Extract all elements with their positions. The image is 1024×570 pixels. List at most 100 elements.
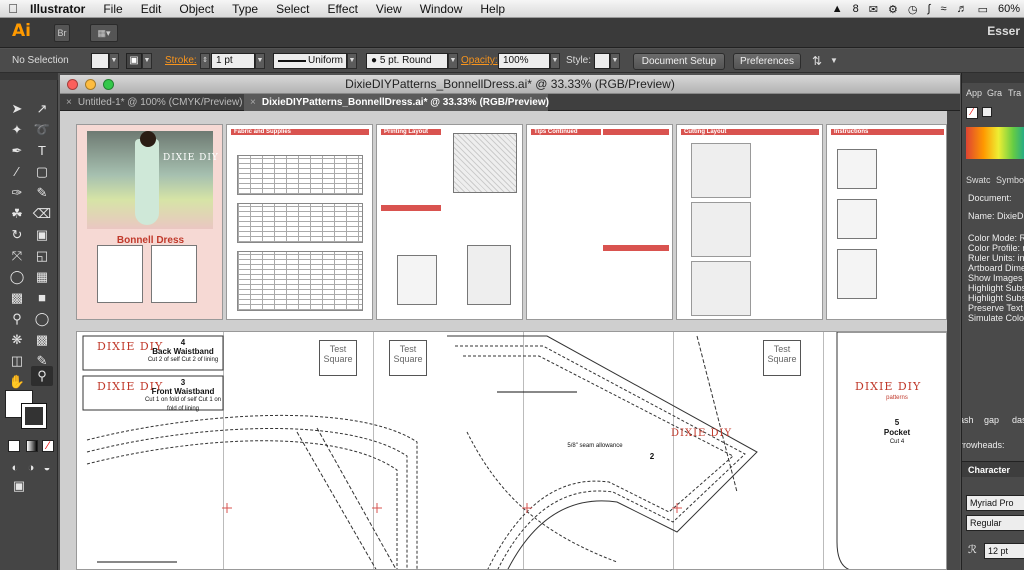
pen-tool-icon[interactable]: ✒ bbox=[6, 141, 28, 161]
type-tool-icon[interactable]: T bbox=[31, 141, 53, 161]
blend-tool-icon[interactable]: ◯ bbox=[31, 309, 53, 329]
cover-page[interactable]: DIXIE DIY Bonnell Dress bbox=[76, 124, 223, 320]
eyedropper-tool-icon[interactable]: ⚲ bbox=[6, 309, 28, 329]
preferences-button[interactable]: Preferences bbox=[733, 53, 801, 70]
width-tool-icon[interactable]: ⤧ bbox=[6, 246, 28, 266]
zoom-tool-icon[interactable]: ⚲ bbox=[31, 366, 53, 386]
arrange-documents-button[interactable]: ▦▾ bbox=[90, 24, 118, 42]
font-style-field[interactable]: Regular bbox=[966, 515, 1024, 531]
arrange-icon[interactable]: ⇅ bbox=[812, 53, 822, 69]
menu-window[interactable]: Window bbox=[411, 2, 472, 16]
tab-bonnell-dress[interactable]: × DixieDIYPatterns_BonnellDress.ai* @ 33.… bbox=[244, 94, 549, 111]
blob-brush-tool-icon[interactable]: ☘ bbox=[6, 204, 28, 224]
close-tab-icon[interactable]: × bbox=[66, 97, 72, 108]
menu-app-name[interactable]: Illustrator bbox=[26, 2, 94, 16]
brush-dropdown[interactable]: ▼ bbox=[448, 53, 458, 69]
printing-layout-page[interactable]: Printing Layout bbox=[376, 124, 523, 320]
document-title-bar[interactable]: DixieDIYPatterns_BonnellDress.ai* @ 33.3… bbox=[60, 75, 960, 94]
direct-selection-tool-icon[interactable]: ↗ bbox=[31, 99, 53, 119]
workspace-switcher[interactable]: Esser bbox=[987, 24, 1020, 38]
graphic-style-swatch[interactable] bbox=[594, 53, 610, 69]
time-machine-icon[interactable]: ◷ bbox=[908, 3, 918, 16]
opacity-dropdown[interactable]: ▼ bbox=[550, 53, 560, 69]
white-swatch[interactable] bbox=[982, 107, 992, 117]
volume-icon[interactable]: ♬ bbox=[957, 3, 968, 15]
column-graph-tool-icon[interactable]: ▩ bbox=[31, 330, 53, 350]
none-mode-button[interactable]: ∕ bbox=[42, 440, 54, 452]
menu-file[interactable]: File bbox=[94, 2, 131, 16]
transparency-tab[interactable]: Tra bbox=[1008, 86, 1021, 100]
hand-tool-icon[interactable]: ✋ bbox=[6, 372, 28, 392]
tools-grip[interactable] bbox=[0, 73, 58, 80]
menu-object[interactable]: Object bbox=[170, 2, 223, 16]
cutting-layout-page-1[interactable]: Cutting Layout bbox=[676, 124, 823, 320]
pattern-tiles[interactable]: DIXIE DIY 4 Back Waistband Cut 2 of self… bbox=[76, 331, 947, 570]
artboard-tool-icon[interactable]: ◫ bbox=[6, 351, 28, 371]
font-family-field[interactable]: Myriad Pro bbox=[966, 495, 1024, 511]
gradient-mode-button[interactable] bbox=[26, 440, 38, 452]
free-transform-tool-icon[interactable]: ◱ bbox=[31, 246, 53, 266]
stroke-weight-field[interactable]: 1 pt bbox=[211, 53, 255, 69]
character-panel-header[interactable]: Character bbox=[962, 461, 1024, 477]
fill-dropdown[interactable]: ▼ bbox=[109, 53, 119, 69]
stroke-swatch-dropdown[interactable]: ▼ bbox=[142, 53, 152, 69]
fabric-supplies-page[interactable]: Fabric and Supplies bbox=[226, 124, 373, 320]
gradient-tool-icon[interactable]: ■ bbox=[31, 288, 53, 308]
paintbrush-tool-icon[interactable]: ✑ bbox=[6, 183, 28, 203]
variable-width-profile[interactable]: Uniform bbox=[273, 53, 347, 69]
bluetooth-icon[interactable]: ∫ bbox=[928, 3, 931, 15]
symbol-sprayer-tool-icon[interactable]: ❋ bbox=[6, 330, 28, 350]
symbols-tab[interactable]: Symbo bbox=[996, 173, 1024, 187]
selection-tool-icon[interactable]: ➤ bbox=[6, 99, 28, 119]
tab-untitled[interactable]: × Untitled-1* @ 100% (CMYK/Preview) bbox=[60, 94, 243, 111]
shape-builder-tool-icon[interactable]: ◯ bbox=[6, 267, 28, 287]
vertical-scrollbar[interactable] bbox=[947, 111, 960, 570]
mesh-tool-icon[interactable]: ▩ bbox=[6, 288, 28, 308]
bridge-button[interactable]: Br bbox=[54, 24, 70, 42]
apple-menu-icon[interactable]:  bbox=[0, 1, 26, 16]
style-dropdown[interactable]: ▼ bbox=[610, 53, 620, 69]
scale-tool-icon[interactable]: ▣ bbox=[31, 225, 53, 245]
artboard-canvas[interactable]: DIXIE DIY Bonnell Dress Fabric and Suppl… bbox=[60, 111, 947, 570]
menu-help[interactable]: Help bbox=[471, 2, 514, 16]
stroke-label[interactable]: Stroke: bbox=[165, 53, 197, 69]
menu-type[interactable]: Type bbox=[223, 2, 267, 16]
opacity-field[interactable]: 100% bbox=[498, 53, 550, 69]
battery-icon[interactable]: ▭ bbox=[978, 3, 988, 16]
screen-mode-icon[interactable]: ▣ bbox=[8, 476, 30, 496]
stroke-swatch[interactable]: ▣ bbox=[126, 53, 142, 69]
color-spectrum[interactable] bbox=[966, 127, 1024, 159]
brush-definition[interactable]: ● 5 pt. Round bbox=[366, 53, 448, 69]
stroke-weight-stepper[interactable]: ⇕ bbox=[200, 53, 210, 69]
appearance-tab[interactable]: App bbox=[966, 86, 982, 100]
none-swatch-icon[interactable]: ∕ bbox=[966, 107, 978, 119]
stroke-color-box[interactable] bbox=[21, 403, 47, 429]
document-setup-button[interactable]: Document Setup bbox=[633, 53, 725, 70]
font-size-field[interactable]: 12 pt bbox=[984, 543, 1024, 559]
rectangle-tool-icon[interactable]: ▢ bbox=[31, 162, 53, 182]
cutting-layout-page-2[interactable]: Instructions bbox=[826, 124, 947, 320]
lasso-tool-icon[interactable]: ➰ bbox=[31, 120, 53, 140]
menu-edit[interactable]: Edit bbox=[132, 2, 171, 16]
notification-icon[interactable]: ✉ bbox=[869, 3, 878, 16]
wifi-icon[interactable]: ≈ bbox=[941, 3, 947, 15]
adobe-cc-icon[interactable]: ▲ bbox=[832, 3, 843, 15]
draw-inside-icon[interactable]: ◒ bbox=[36, 458, 58, 478]
color-mode-button[interactable] bbox=[8, 440, 20, 452]
pencil-tool-icon[interactable]: ✎ bbox=[31, 183, 53, 203]
opacity-label[interactable]: Opacity: bbox=[461, 53, 498, 69]
line-tool-icon[interactable]: ∕ bbox=[6, 162, 28, 182]
tips-continued-page[interactable]: Tips Continued bbox=[526, 124, 673, 320]
perspective-grid-tool-icon[interactable]: ▦ bbox=[31, 267, 53, 287]
magic-wand-tool-icon[interactable]: ✦ bbox=[6, 120, 28, 140]
swatches-tab[interactable]: Swatc bbox=[966, 173, 991, 187]
character-tab[interactable]: Character bbox=[968, 463, 1010, 477]
menu-effect[interactable]: Effect bbox=[318, 2, 366, 16]
panel-grip[interactable] bbox=[962, 73, 1024, 83]
gear-icon[interactable]: ⚙ bbox=[888, 3, 898, 16]
stroke-weight-dropdown[interactable]: ▼ bbox=[255, 53, 265, 69]
gradient-tab[interactable]: Gra bbox=[987, 86, 1002, 100]
rotate-tool-icon[interactable]: ↻ bbox=[6, 225, 28, 245]
menu-view[interactable]: View bbox=[367, 2, 411, 16]
fill-swatch[interactable] bbox=[91, 53, 109, 69]
